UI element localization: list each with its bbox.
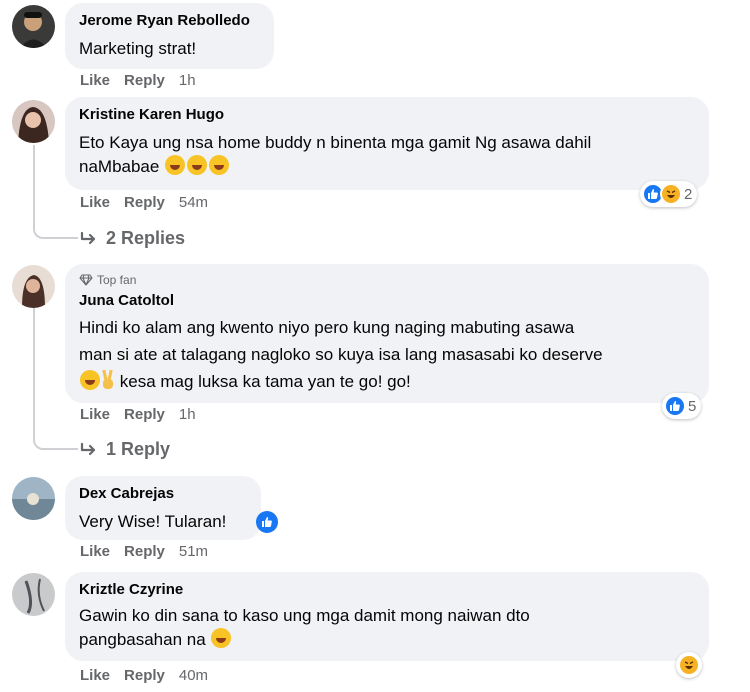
reply-arrow-icon [80,231,96,244]
comment-time[interactable]: 40m [179,667,208,684]
replies-label: 1 Reply [106,439,171,459]
avatar[interactable] [12,5,55,48]
comment-text-line: naMbabae [79,155,695,179]
comment-time[interactable]: 51m [179,543,208,560]
haha-reaction-icon [678,654,700,676]
reply-button[interactable]: Reply [124,406,165,423]
peace-hand-icon [102,370,113,389]
reaction-count: 2 [684,185,693,203]
comment-text: Gawin ko din sana to kaso ung mga damit … [79,604,695,652]
comment-actions: Like Reply 51m [80,543,208,560]
avatar[interactable] [12,265,55,308]
comment-actions: Like Reply 1h [80,72,196,89]
top-fan-label: Top fan [97,273,137,287]
like-button[interactable]: Like [80,667,110,684]
reaction-summary[interactable]: 2 [640,181,698,207]
top-fan-badge[interactable]: Top fan [79,272,695,288]
comment-text-line: kesa mag luksa ka tama yan te go! go! [79,368,695,395]
comment-text-part: kesa mag luksa ka tama yan te go! go! [119,372,411,391]
laughing-emoji-icon [165,155,186,175]
comment-bubble: Kriztle Czyrine Gawin ko din sana to kas… [65,572,709,661]
comment-text-line: Gawin ko din sana to kaso ung mga damit … [79,606,530,625]
reaction-summary[interactable]: 5 [662,393,702,419]
comment-text-part: naMbabae [79,157,160,176]
reply-button[interactable]: Reply [124,72,165,89]
comment-text-part: Very Wise! Tularan! [79,512,227,531]
reply-arrow-icon [80,442,96,455]
comment-text-line: Hindi ko alam ang kwento niyo pero kung … [79,318,575,337]
comment-text-line: man si ate at talagang nagloko so kuya i… [79,345,603,364]
comment-text-line: Eto Kaya ung nsa home buddy n binenta mg… [79,133,592,152]
grinning-emoji-icon [80,370,100,390]
avatar[interactable] [12,477,55,520]
comment-time[interactable]: 1h [179,406,196,423]
comment-text-part: pangbasahan na [79,630,206,649]
comment-time[interactable]: 1h [179,72,196,89]
like-reaction-icon[interactable] [256,511,278,533]
comment-bubble: Kristine Karen Hugo Eto Kaya ung nsa hom… [65,97,709,190]
reaction-summary[interactable] [676,652,702,678]
comment-text: Marketing strat! [79,39,197,58]
comment-author[interactable]: Dex Cabrejas [79,484,247,504]
comment-author[interactable]: Kristine Karen Hugo [79,105,695,125]
like-button[interactable]: Like [80,194,110,211]
view-replies-button[interactable]: 2 Replies [80,228,185,249]
like-button[interactable]: Like [80,543,110,560]
reply-button[interactable]: Reply [124,543,165,560]
comment-actions: Like Reply 40m [80,667,208,684]
comment-bubble: Top fan Juna Catoltol Hindi ko alam ang … [65,264,709,403]
haha-reaction-icon [660,183,682,205]
like-button[interactable]: Like [80,72,110,89]
comment-text: Eto Kaya ung nsa home buddy n binenta mg… [79,131,695,179]
comment-time[interactable]: 54m [179,194,208,211]
comment-text: Hindi ko alam ang kwento niyo pero kung … [79,314,695,395]
comment-text: Very Wise! Tularan! [79,510,247,534]
laughing-emoji-icon [209,155,230,175]
comment-text-line: pangbasahan na [79,628,695,652]
comment-author[interactable]: Juna Catoltol [79,291,695,311]
reply-button[interactable]: Reply [124,194,165,211]
comment-author[interactable]: Jerome Ryan Rebolledo [79,11,260,31]
replies-label: 2 Replies [106,228,186,248]
comment-actions: Like Reply 54m [80,194,208,211]
reaction-count: 5 [688,397,697,415]
smiling-emoji-icon [211,628,232,648]
avatar[interactable] [12,573,55,616]
avatar[interactable] [12,100,55,143]
comment-bubble: Jerome Ryan Rebolledo Marketing strat! [65,3,274,69]
like-reaction-icon [664,395,686,417]
comment-actions: Like Reply 1h [80,406,196,423]
comment-bubble: Dex Cabrejas Very Wise! Tularan! [65,476,261,540]
diamond-icon [79,274,93,286]
view-replies-button[interactable]: 1 Reply [80,439,170,460]
comment-author[interactable]: Kriztle Czyrine [79,580,695,600]
laughing-emoji-icon [187,155,208,175]
like-button[interactable]: Like [80,406,110,423]
reply-button[interactable]: Reply [124,667,165,684]
